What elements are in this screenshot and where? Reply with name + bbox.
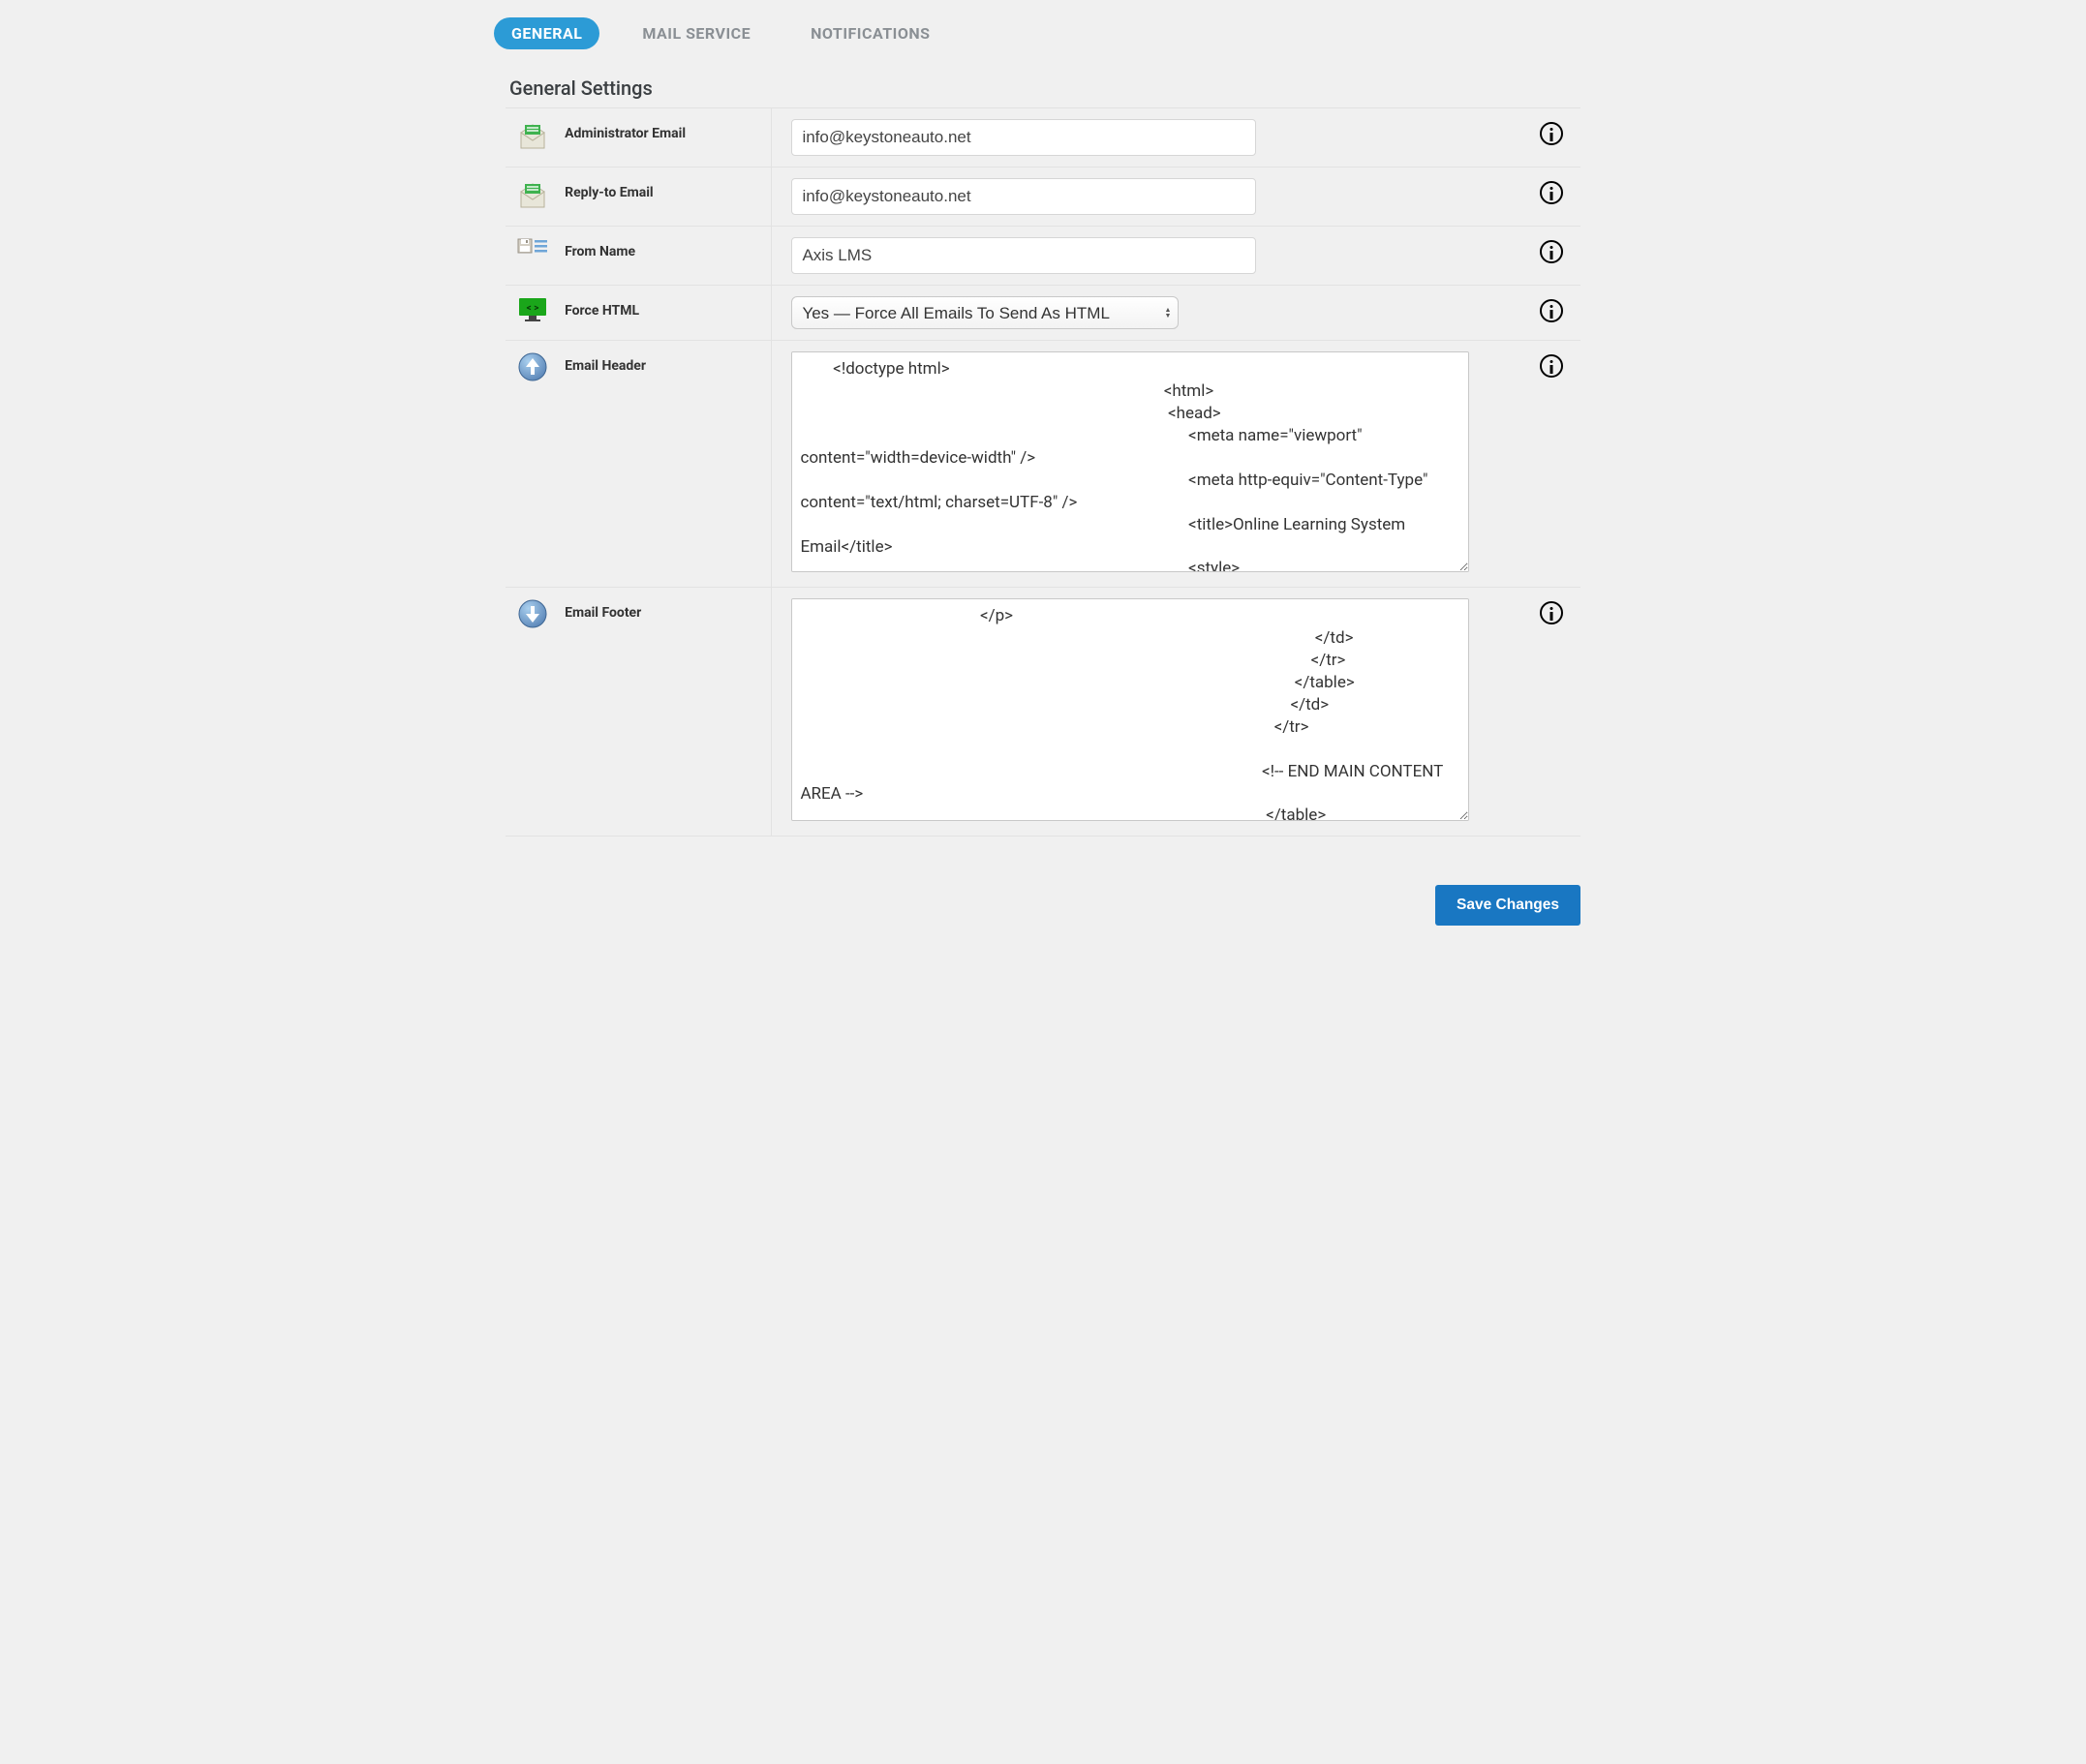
settings-table: Administrator Email Reply-to Email: [506, 107, 1580, 836]
envelope-green-icon: [517, 178, 548, 209]
label-reply-to: Reply-to Email: [565, 167, 772, 227]
svg-text:< >: < >: [527, 303, 539, 314]
force-html-select-wrap: Yes — Force All Emails To Send As HTML ▲…: [791, 296, 1179, 329]
tab-notifications[interactable]: NOTIFICATIONS: [793, 17, 947, 49]
info-icon[interactable]: [1540, 354, 1563, 378]
envelope-green-icon: [517, 119, 548, 150]
info-icon[interactable]: [1540, 240, 1563, 263]
admin-email-input[interactable]: [791, 119, 1256, 156]
label-admin-email: Administrator Email: [565, 108, 772, 167]
section-title: General Settings: [509, 76, 1610, 100]
label-email-header: Email Header: [565, 341, 772, 588]
row-reply-to: Reply-to Email: [506, 167, 1580, 227]
tabs-bar: GENERAL MAIL SERVICE NOTIFICATIONS: [476, 17, 1610, 49]
info-icon[interactable]: [1540, 181, 1563, 204]
tab-general[interactable]: GENERAL: [494, 17, 599, 49]
row-email-header: Email Header: [506, 341, 1580, 588]
tab-mail-service[interactable]: MAIL SERVICE: [625, 17, 768, 49]
row-from-name: From Name: [506, 227, 1580, 286]
settings-page: GENERAL MAIL SERVICE NOTIFICATIONS Gener…: [476, 0, 1610, 964]
row-force-html: < > Force HTML Yes — Force All Emails To…: [506, 286, 1580, 341]
email-footer-textarea[interactable]: [791, 598, 1469, 821]
monitor-code-icon: < >: [517, 296, 548, 325]
info-icon[interactable]: [1540, 601, 1563, 624]
arrow-up-circle-icon: [517, 351, 548, 382]
info-icon[interactable]: [1540, 299, 1563, 322]
from-name-input[interactable]: [791, 237, 1256, 274]
save-button[interactable]: Save Changes: [1435, 885, 1580, 926]
label-force-html: Force HTML: [565, 286, 772, 341]
label-email-footer: Email Footer: [565, 588, 772, 836]
force-html-select[interactable]: Yes — Force All Emails To Send As HTML: [791, 296, 1179, 329]
button-row: Save Changes: [476, 885, 1580, 926]
row-admin-email: Administrator Email: [506, 108, 1580, 167]
floppy-name-icon: [517, 237, 548, 264]
label-from-name: From Name: [565, 227, 772, 286]
reply-to-input[interactable]: [791, 178, 1256, 215]
row-email-footer: Email Footer: [506, 588, 1580, 836]
info-icon[interactable]: [1540, 122, 1563, 145]
email-header-textarea[interactable]: [791, 351, 1469, 572]
arrow-down-circle-icon: [517, 598, 548, 629]
